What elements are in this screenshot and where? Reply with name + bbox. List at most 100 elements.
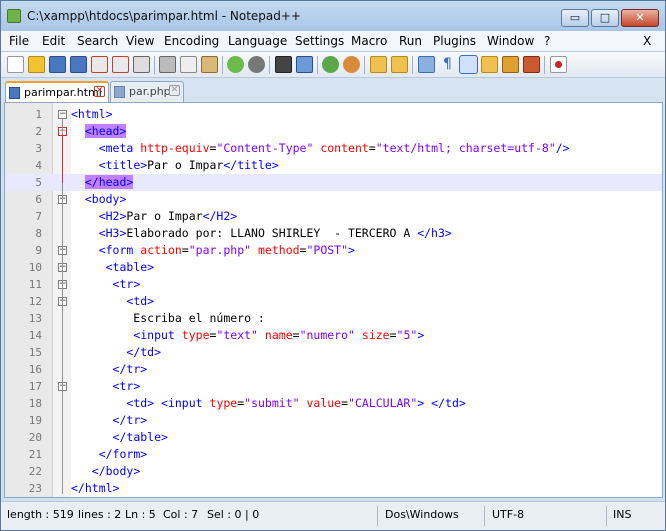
fold-collapse-icon[interactable]: − (58, 110, 67, 119)
new-file-icon[interactable] (7, 56, 24, 73)
menu-encoding[interactable]: Encoding (164, 34, 219, 48)
close-document-x[interactable]: X (643, 34, 651, 48)
code-line[interactable]: 16 </tr> (5, 361, 662, 378)
save-icon[interactable] (49, 56, 66, 73)
save-all-icon[interactable] (70, 56, 87, 73)
status-col: Col : 7 (163, 508, 199, 521)
code-line[interactable]: 8 <H3>Elaborado por: LLANO SHIRLEY - TER… (5, 225, 662, 242)
code-text: <input type="text" name="numero" size="5… (133, 328, 425, 342)
code-text: <H2>Par o Impar</H2> (98, 209, 238, 223)
indent-guide-icon[interactable] (459, 55, 478, 74)
code-line[interactable]: 9 − <form action="par.php" method="POST"… (5, 242, 662, 259)
code-text: <form action="par.php" method="POST"> (98, 243, 355, 257)
function-list-icon[interactable] (523, 56, 540, 73)
doc-map-icon[interactable] (502, 56, 519, 73)
code-line[interactable]: 19 </tr> (5, 412, 662, 429)
copy-icon[interactable] (180, 56, 197, 73)
user-lang-icon[interactable] (481, 56, 498, 73)
status-separator (606, 506, 607, 526)
menu-plugins[interactable]: Plugins (433, 34, 476, 48)
code-text: <head> (84, 124, 127, 138)
undo-icon[interactable] (227, 56, 244, 73)
line-number: 13 (28, 312, 42, 325)
print-icon[interactable] (133, 56, 150, 73)
menu-search[interactable]: Search (77, 34, 118, 48)
status-length: length : 519 (7, 508, 74, 521)
code-line[interactable]: 23 </html> (5, 480, 662, 497)
sync-horizontal-icon[interactable] (391, 56, 408, 73)
code-line[interactable]: 13 Escriba el número : (5, 310, 662, 327)
line-number: 9 (35, 244, 42, 257)
status-ln: Ln : 5 (125, 508, 156, 521)
code-line[interactable]: 20 </table> (5, 429, 662, 446)
code-text: <tr> (112, 379, 141, 393)
menu-language[interactable]: Language (228, 34, 287, 48)
menu-file[interactable]: File (9, 34, 29, 48)
record-macro-icon[interactable] (550, 56, 567, 73)
toolbar-separator (269, 56, 270, 74)
redo-icon[interactable] (248, 56, 265, 73)
line-number: 14 (28, 329, 42, 342)
paste-icon[interactable] (201, 56, 218, 73)
code-line[interactable]: 11 − <tr> (5, 276, 662, 293)
menu-macro[interactable]: Macro (351, 34, 387, 48)
code-line[interactable]: 12 − <td> (5, 293, 662, 310)
code-line[interactable]: 18 <td> <input type="submit" value="CALC… (5, 395, 662, 412)
line-number: 22 (28, 465, 42, 478)
menu-window[interactable]: Window (487, 34, 534, 48)
close-tab-icon[interactable]: ✕ (94, 86, 105, 97)
code-line[interactable]: 14 <input type="text" name="numero" size… (5, 327, 662, 344)
toolbar-separator (412, 56, 413, 74)
close-window-button[interactable]: ✕ (621, 9, 659, 27)
tab-parimpar-html[interactable]: parimpar.html ✕ (5, 81, 109, 102)
line-number: 6 (35, 193, 42, 206)
code-line[interactable]: 10 − <table> (5, 259, 662, 276)
minimize-button[interactable]: ▭ (561, 9, 589, 27)
find-icon[interactable] (275, 56, 292, 73)
menu-view[interactable]: View (126, 34, 154, 48)
status-mode: INS (613, 508, 632, 521)
code-line[interactable]: 21 </form> (5, 446, 662, 463)
line-number: 3 (35, 142, 42, 155)
line-number: 12 (28, 295, 42, 308)
zoom-out-icon[interactable] (343, 56, 360, 73)
fold-tree-line-active (62, 135, 63, 183)
code-line[interactable]: 15 </td> (5, 344, 662, 361)
code-line[interactable]: 2 − <head> (5, 123, 662, 140)
code-line[interactable]: 22 </body> (5, 463, 662, 480)
code-line[interactable]: 6 − <body> (5, 191, 662, 208)
code-line[interactable]: 17 − <tr> (5, 378, 662, 395)
line-number: 10 (28, 261, 42, 274)
cut-icon[interactable] (159, 56, 176, 73)
toolbar-separator (154, 56, 155, 74)
line-number: 7 (35, 210, 42, 223)
line-number: 21 (28, 448, 42, 461)
close-icon[interactable] (91, 56, 108, 73)
code-line[interactable]: 4 <title>Par o Impar</title> (5, 157, 662, 174)
toolbar-separator (222, 56, 223, 74)
code-line[interactable]: 3 <meta http-equiv="Content-Type" conten… (5, 140, 662, 157)
close-all-icon[interactable] (112, 56, 129, 73)
menu-settings[interactable]: Settings (295, 34, 344, 48)
open-file-icon[interactable] (28, 56, 45, 73)
word-wrap-icon[interactable] (418, 56, 435, 73)
window-title: C:\xampp\htdocs\parimpar.html - Notepad+… (27, 9, 301, 23)
menu-help[interactable]: ? (544, 34, 550, 48)
show-all-chars-icon[interactable]: ¶ (439, 56, 456, 73)
menu-run[interactable]: Run (399, 34, 422, 48)
code-text: <html> (71, 107, 113, 121)
close-tab-icon[interactable]: ✕ (169, 85, 180, 96)
code-text: </table> (112, 430, 168, 444)
code-editor[interactable]: 1 − <html> 2 − <head> 3 <meta http-equiv… (4, 102, 663, 498)
current-code-line[interactable]: 5 </head> (5, 174, 662, 191)
maximize-button[interactable]: □ (591, 9, 619, 27)
code-text: <td> (126, 294, 155, 308)
menu-edit[interactable]: Edit (42, 34, 65, 48)
replace-icon[interactable] (296, 56, 313, 73)
zoom-in-icon[interactable] (322, 56, 339, 73)
code-line[interactable]: 7 <H2>Par o Impar</H2> (5, 208, 662, 225)
code-text: </tr> (112, 413, 148, 427)
tab-par-php[interactable]: par.php ✕ (110, 81, 184, 102)
sync-vertical-icon[interactable] (370, 56, 387, 73)
code-line[interactable]: 1 − <html> (5, 106, 662, 123)
